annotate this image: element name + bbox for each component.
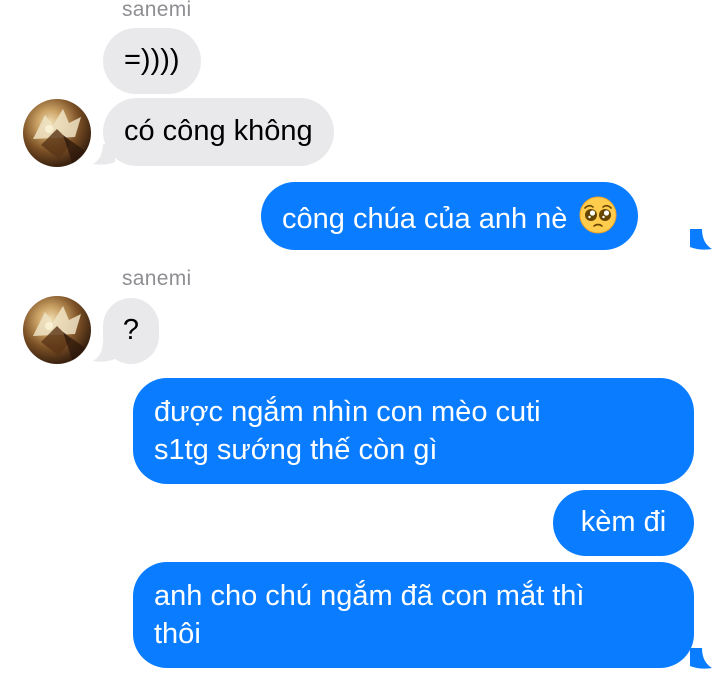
message-text: công chúa của anh nè (282, 203, 568, 235)
bubble-tail (690, 648, 712, 669)
message-text: có công không (124, 115, 313, 147)
sender-avatar[interactable] (23, 99, 91, 167)
sender-name: sanemi (122, 0, 192, 21)
pleading-face-emoji-icon (579, 196, 617, 234)
outgoing-message[interactable]: kèm đi (553, 490, 694, 556)
avatar-image-icon (33, 109, 85, 165)
message-text: ? (122, 314, 140, 346)
message-text: kèm đi (580, 506, 667, 538)
avatar-image-icon (33, 306, 85, 362)
incoming-message[interactable]: có công không (103, 98, 334, 166)
outgoing-message[interactable]: anh cho chú ngắm đã con mắt thì thôi (133, 562, 694, 668)
message-text-line: được ngắm nhìn con mèo cuti (154, 396, 541, 428)
outgoing-message[interactable]: công chúa của anh nè (261, 182, 639, 250)
incoming-message[interactable]: ? (103, 298, 159, 364)
incoming-message[interactable]: =)))) (103, 28, 201, 94)
message-text: =)))) (124, 44, 180, 76)
bubble-tail (690, 229, 712, 250)
message-text-line: thôi (154, 618, 201, 650)
sender-name: sanemi (122, 267, 192, 290)
outgoing-message[interactable]: được ngắm nhìn con mèo cuti s1tg sướng t… (133, 378, 694, 484)
sender-avatar[interactable] (23, 296, 91, 364)
message-text-line: s1tg sướng thế còn gì (154, 434, 438, 466)
message-text-line: anh cho chú ngắm đã con mắt thì (154, 580, 585, 612)
